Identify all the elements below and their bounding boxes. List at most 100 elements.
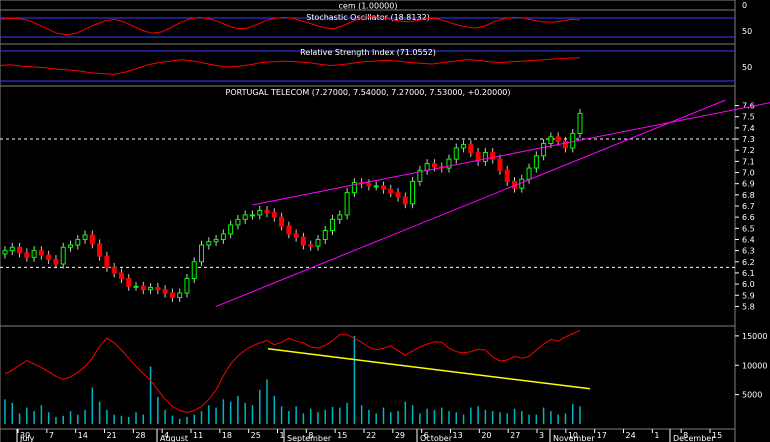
candle-up: [330, 218, 336, 232]
candle-down: [140, 285, 146, 291]
candle-up: [257, 209, 263, 216]
x-tick-label: 20: [481, 431, 491, 440]
cem-title: cem (1.00000): [339, 2, 398, 11]
candle-up: [548, 136, 554, 145]
price-tick-label: 6.1: [742, 269, 755, 278]
candle-down: [162, 289, 168, 294]
x-tick-label: 22: [366, 431, 376, 440]
stock-chart: cem (1.00000) Stochastic Oscillator (18.…: [0, 0, 770, 442]
price-tick-label: 6.8: [742, 191, 755, 200]
volume-tick-label: 10000: [742, 361, 767, 370]
candle-down: [17, 246, 23, 254]
x-tick-label: 15: [337, 431, 347, 440]
candle-down: [395, 192, 401, 198]
month-label: September: [287, 434, 332, 442]
candle-down: [104, 255, 110, 268]
candle-up: [60, 246, 66, 265]
candle-up: [424, 163, 430, 171]
candle-up: [519, 178, 525, 189]
volume-tick-label: 5000: [742, 391, 762, 400]
candle-down: [53, 259, 59, 265]
candle-up: [461, 144, 467, 149]
price-title: PORTUGAL TELECOM (7.27000, 7.54000, 7.27…: [226, 88, 511, 97]
candle-down: [504, 169, 510, 182]
candle-down: [286, 225, 292, 235]
price-tick-label: 7.5: [742, 113, 755, 122]
candle-up: [453, 147, 459, 160]
candle-up: [235, 218, 241, 226]
candle-up: [191, 261, 197, 280]
x-tick-label: 21: [107, 431, 117, 440]
x-tick-label: 28: [135, 431, 145, 440]
month-label: December: [673, 434, 715, 442]
candle-up: [570, 132, 576, 149]
candle-up: [2, 250, 8, 255]
candle-down: [293, 233, 299, 238]
price-tick-label: 6.3: [742, 247, 755, 256]
price-tick-label: 6.2: [742, 258, 755, 267]
candle-up: [541, 143, 547, 157]
candle-down: [271, 212, 277, 218]
x-tick-label: 14: [78, 431, 88, 440]
volume-trendline: [267, 348, 591, 390]
candle-down: [169, 292, 175, 298]
candle-up: [220, 233, 226, 240]
candle-up: [322, 230, 328, 240]
wedge-lines: [215, 99, 770, 307]
price-tick-label: 5.9: [742, 291, 755, 300]
price-tick-label: 7.1: [742, 157, 755, 166]
candle-down: [46, 254, 52, 261]
candle-up: [577, 112, 583, 134]
candle-up: [373, 185, 379, 188]
candle-down: [562, 140, 568, 149]
candle-down: [308, 244, 314, 247]
price-tick-label: 6.4: [742, 235, 755, 244]
candle-up: [75, 238, 81, 246]
candle-up: [213, 238, 219, 243]
month-label: November: [553, 434, 595, 442]
price-tick-label: 6.5: [742, 224, 755, 233]
cem-axis-label: 0: [742, 1, 747, 10]
candle-up: [31, 250, 37, 258]
month-label: July: [19, 434, 35, 442]
x-tick-label: 25: [251, 431, 261, 440]
candle-up: [177, 292, 183, 298]
candle-down: [38, 250, 44, 256]
candle-up: [410, 180, 416, 205]
candle-down: [431, 163, 437, 168]
x-tick-label: 7: [49, 431, 54, 440]
candle-up: [68, 244, 74, 248]
candle-up: [533, 155, 539, 169]
candle-down: [126, 278, 132, 287]
x-tick-label: 27: [510, 431, 520, 440]
wedge-lower-line: [215, 99, 726, 307]
x-tick-label: 1: [654, 431, 659, 440]
candle-down: [118, 272, 124, 280]
x-tick-label: 11: [193, 431, 203, 440]
x-tick-label: 13: [453, 431, 463, 440]
candle-down: [24, 252, 30, 258]
candle-down: [89, 234, 95, 245]
candle-up: [206, 241, 212, 246]
volume-bars: 15000 10000 5000: [4, 330, 767, 424]
candle-down: [388, 188, 394, 194]
rsi-title: Relative Strength Index (71.0552): [300, 48, 436, 57]
candle-up: [249, 214, 255, 217]
price-tick-label: 7.4: [742, 124, 755, 133]
price-tick-label: 6.7: [742, 202, 755, 211]
candle-up: [344, 192, 350, 216]
candle-up: [184, 278, 190, 294]
candle-up: [82, 234, 88, 240]
candle-down: [111, 266, 117, 274]
candle-up: [148, 286, 154, 291]
month-label: October: [420, 434, 453, 442]
candle-down: [468, 144, 474, 153]
volume-tick-label: 15000: [742, 332, 767, 341]
candle-down: [555, 136, 561, 142]
x-tick-label: 29: [395, 431, 405, 440]
candle-down: [366, 183, 372, 187]
x-axis: 30 7 14 21 28 4 11 18 25 1 8 15 22 29 6 13 20 27 3 10 17 24 1 8…: [16, 429, 722, 442]
stochastic-line: [0, 15, 581, 36]
candle-up: [228, 224, 234, 235]
candle-up: [337, 214, 343, 220]
